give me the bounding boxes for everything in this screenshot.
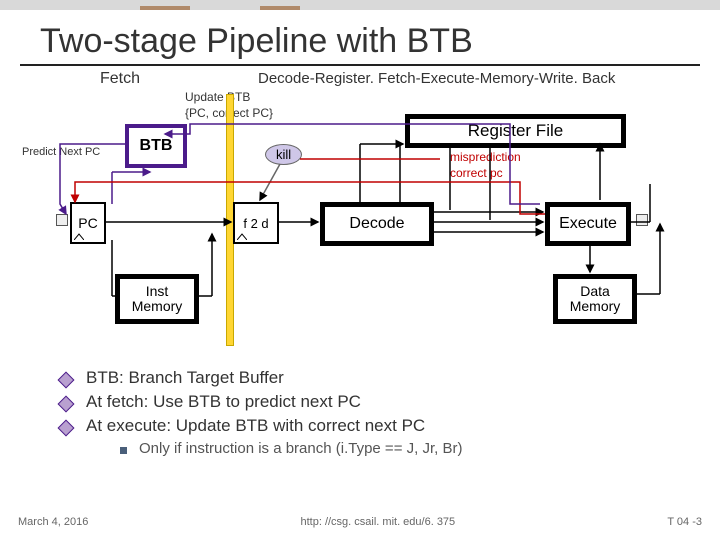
- sub-bullet-row: Only if instruction is a branch (i.Type …: [120, 440, 680, 457]
- top-bar: [0, 0, 720, 10]
- diamond-bullet-icon: [58, 420, 75, 437]
- bullet-row: At fetch: Use BTB to predict next PC: [60, 392, 680, 412]
- pipeline-diagram: Fetch Decode-Register. Fetch-Execute-Mem…: [0, 64, 720, 364]
- bullet-text: At execute: Update BTB with correct next…: [86, 416, 425, 436]
- bullet-row: BTB: Branch Target Buffer: [60, 368, 680, 388]
- tab-accent-1: [140, 6, 190, 10]
- diamond-bullet-icon: [58, 396, 75, 413]
- sub-bullet-text: Only if instruction is a branch (i.Type …: [139, 440, 462, 457]
- footer: March 4, 2016 http: //csg. csail. mit. e…: [18, 516, 702, 528]
- footer-date: March 4, 2016: [18, 516, 88, 528]
- diamond-bullet-icon: [58, 372, 75, 389]
- bullet-list: BTB: Branch Target Buffer At fetch: Use …: [60, 368, 680, 457]
- square-bullet-icon: [120, 447, 127, 454]
- bullet-row: At execute: Update BTB with correct next…: [60, 416, 680, 436]
- wires-svg: [0, 64, 720, 364]
- bullet-text: BTB: Branch Target Buffer: [86, 368, 284, 388]
- footer-slide: T 04 -3: [667, 516, 702, 528]
- footer-url: http: //csg. csail. mit. edu/6. 375: [300, 516, 455, 528]
- bullet-text: At fetch: Use BTB to predict next PC: [86, 392, 361, 412]
- tab-accent-2: [260, 6, 300, 10]
- page-title: Two-stage Pipeline with BTB: [40, 22, 473, 61]
